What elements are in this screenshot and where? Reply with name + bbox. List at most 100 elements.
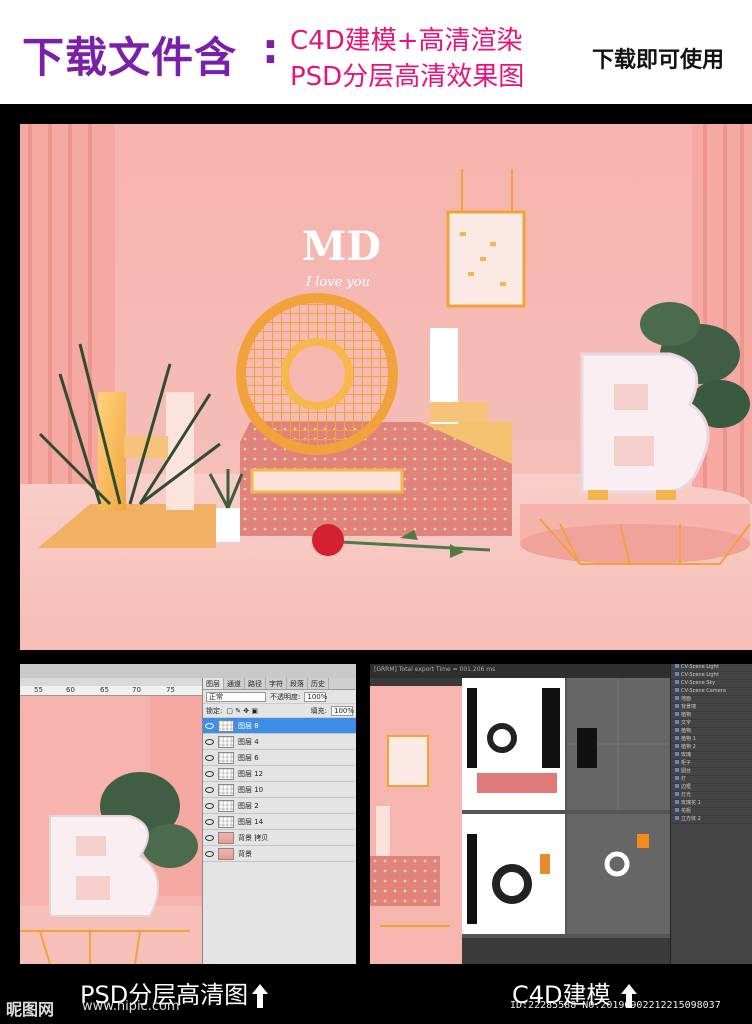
- object-name: 灯光: [681, 792, 692, 798]
- object-row[interactable]: CV-Scene Camera: [671, 688, 752, 696]
- object-row[interactable]: 地面: [671, 696, 752, 704]
- layer-list: 图层 8 图层 4 图层 6 图层 12 图层 10 图层 2 图层 14 背景 拷贝 背景: [203, 718, 356, 862]
- object-name: 花瓶: [681, 808, 692, 814]
- object-row[interactable]: 圆台: [671, 768, 752, 776]
- header-title: 下载文件含: [22, 33, 238, 82]
- object-row[interactable]: 植物 1: [671, 736, 752, 744]
- tab-paragraph[interactable]: 段落: [287, 678, 308, 689]
- object-name: CV-Scene Sky: [681, 680, 716, 686]
- object-row[interactable]: 边框: [671, 784, 752, 792]
- object-icon: [675, 680, 679, 684]
- object-icon: [675, 784, 679, 788]
- object-row[interactable]: 灯: [671, 776, 752, 784]
- eye-icon[interactable]: [205, 770, 214, 777]
- object-row[interactable]: 玫瑰花 1: [671, 800, 752, 808]
- object-row[interactable]: 背景墙: [671, 704, 752, 712]
- object-row[interactable]: 灯光: [671, 792, 752, 800]
- c4d-render-preview: [370, 686, 462, 964]
- c4d-timeline[interactable]: [462, 938, 670, 964]
- object-icon: [675, 728, 679, 732]
- ps-canvas-preview: [20, 696, 202, 964]
- eye-icon[interactable]: [205, 722, 214, 729]
- layer-row[interactable]: 图层 6: [203, 750, 356, 766]
- ruler-mark: 75: [166, 686, 175, 694]
- eye-icon[interactable]: [205, 834, 214, 841]
- eye-icon[interactable]: [205, 850, 214, 857]
- fill-input[interactable]: 100%: [331, 705, 354, 716]
- object-name: 玫瑰花 1: [681, 800, 701, 806]
- object-icon: [675, 744, 679, 748]
- object-name: 植物: [681, 712, 692, 718]
- layer-thumbnail: [218, 847, 234, 860]
- ruler-mark: 70: [132, 686, 141, 694]
- watermark-url: www.nipic.com: [82, 999, 180, 1014]
- object-icon: [675, 760, 679, 764]
- header-download-note: 下载即可使用: [592, 48, 725, 73]
- viewport-perspective[interactable]: [462, 678, 565, 810]
- tab-paths[interactable]: 路径: [245, 678, 266, 689]
- c4d-viewports[interactable]: [462, 678, 670, 964]
- layer-thumbnail: [218, 783, 234, 796]
- layer-row[interactable]: 背景 拷贝: [203, 830, 356, 846]
- object-icon: [675, 800, 679, 804]
- ps-canvas[interactable]: [20, 696, 202, 964]
- layer-row[interactable]: 图层 14: [203, 814, 356, 830]
- tab-character[interactable]: 字符: [266, 678, 287, 689]
- object-name: CV-Scene Camera: [681, 688, 726, 694]
- header-line-c4d: C4D建模+高清渲染: [290, 26, 523, 56]
- layer-row[interactable]: 图层 8: [203, 718, 356, 734]
- ps-title-bar: [20, 664, 356, 678]
- layer-name: 图层 14: [238, 817, 264, 826]
- object-icon: [675, 696, 679, 700]
- layer-row[interactable]: 背景: [203, 846, 356, 862]
- tab-layers[interactable]: 图层: [203, 678, 224, 689]
- object-row[interactable]: 立方体 2: [671, 816, 752, 824]
- tab-channels[interactable]: 通道: [224, 678, 245, 689]
- ruler-mark: 55: [34, 686, 43, 694]
- object-row[interactable]: CV-Scene Light: [671, 672, 752, 680]
- object-list: CV-Scene Light CV-Scene Light CV-Scene Sky…: [671, 664, 752, 824]
- layer-row[interactable]: 图层 12: [203, 766, 356, 782]
- viewport-top[interactable]: [567, 678, 670, 810]
- eye-icon[interactable]: [205, 802, 214, 809]
- blend-mode-select[interactable]: 正常: [206, 691, 266, 702]
- object-icon: [675, 768, 679, 772]
- viewport-right-art: [467, 834, 550, 924]
- object-row[interactable]: 花瓶: [671, 808, 752, 816]
- object-row[interactable]: 玫瑰: [671, 752, 752, 760]
- layer-thumbnail: [218, 815, 234, 828]
- layer-thumbnail: [218, 831, 234, 844]
- eye-icon[interactable]: [205, 786, 214, 793]
- layer-thumbnail: [218, 719, 234, 732]
- object-row[interactable]: CV-Scene Sky: [671, 680, 752, 688]
- eye-icon[interactable]: [205, 738, 214, 745]
- viewport-front[interactable]: [567, 814, 670, 934]
- object-row[interactable]: 植物 2: [671, 744, 752, 752]
- eye-icon[interactable]: [205, 754, 214, 761]
- object-row[interactable]: 植物: [671, 728, 752, 736]
- object-name: 圆台: [681, 768, 692, 774]
- opacity-input[interactable]: 100%: [304, 691, 327, 702]
- object-name: 立方体 2: [681, 816, 701, 822]
- layer-name: 图层 8: [238, 721, 259, 730]
- object-row[interactable]: 植物: [671, 712, 752, 720]
- object-name: 植物 1: [681, 736, 696, 742]
- tab-history[interactable]: 历史: [308, 678, 329, 689]
- object-row[interactable]: 文字: [671, 720, 752, 728]
- viewport-front-art: [604, 834, 649, 877]
- layer-row[interactable]: 图层 10: [203, 782, 356, 798]
- layer-row[interactable]: 图层 4: [203, 734, 356, 750]
- object-row[interactable]: CV-Scene Light: [671, 664, 752, 672]
- layer-row[interactable]: 图层 2: [203, 798, 356, 814]
- eye-icon[interactable]: [205, 818, 214, 825]
- ps-layers-panel: 图层 通道 路径 字符 段落 历史 正常 不透明度: 100% 锁定: ▢ ✎ …: [202, 678, 356, 964]
- love-script: I love you: [305, 275, 370, 290]
- object-name: 植物 2: [681, 744, 696, 750]
- viewport-right[interactable]: [462, 814, 565, 934]
- lock-icon[interactable]: ▢ ✎ ✥ ▣: [226, 707, 258, 715]
- object-row[interactable]: 柜子: [671, 760, 752, 768]
- object-name: 玫瑰: [681, 752, 692, 758]
- lock-label: 锁定:: [206, 706, 223, 715]
- md-logo: MD: [302, 223, 381, 270]
- watermark-logo: 昵图网: [6, 1000, 55, 1019]
